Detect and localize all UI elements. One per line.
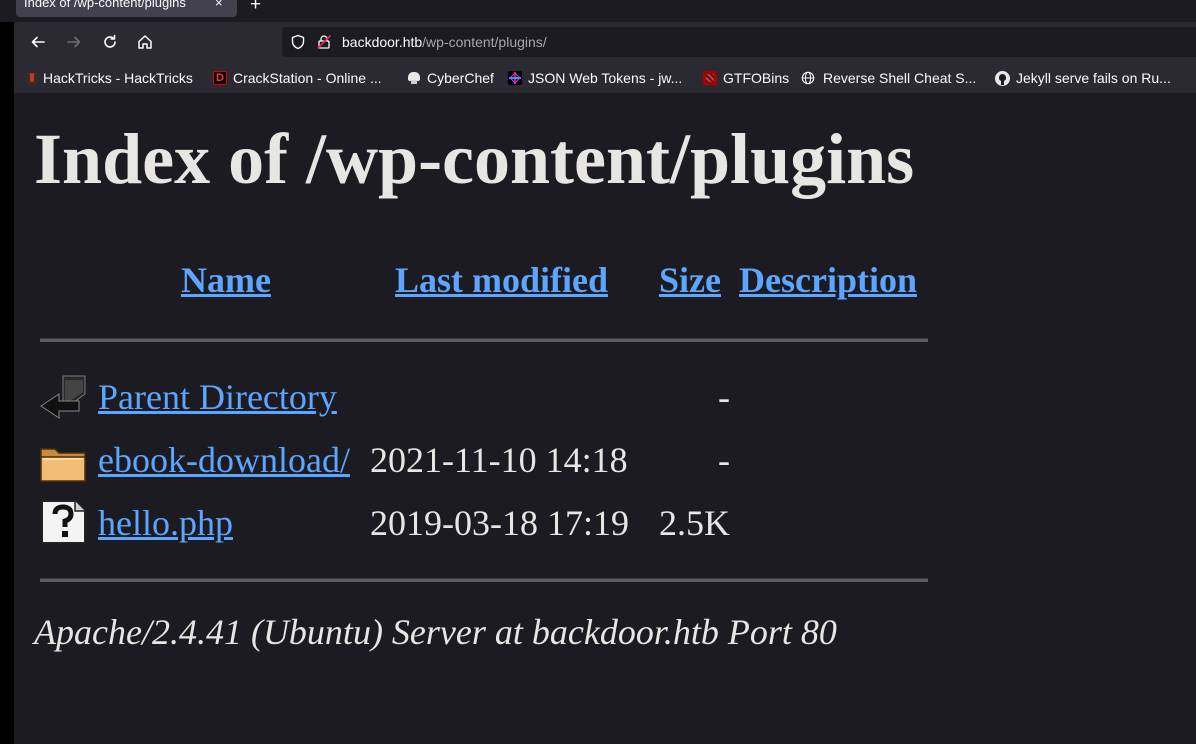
column-header-last-modified[interactable]: Last modified [395, 259, 608, 301]
insecure-lock-icon[interactable] [316, 34, 332, 50]
back-arrow-icon [31, 36, 45, 48]
gtfobins-icon [703, 71, 717, 85]
cyberchef-icon [407, 71, 421, 85]
bookmark-jekyll[interactable]: Jekyll serve fails on Ru... [995, 69, 1171, 87]
row-link-ebook-download[interactable]: ebook-download/ [98, 439, 350, 481]
server-signature: Apache/2.4.41 (Ubuntu) Server at backdoo… [34, 612, 837, 652]
bookmark-label: Reverse Shell Cheat S... [823, 70, 977, 86]
bookmark-cyberchef[interactable]: CyberChef [407, 69, 494, 87]
bottom-divider [40, 578, 928, 582]
home-button[interactable] [133, 30, 157, 54]
bookmark-label: JSON Web Tokens - jw... [528, 70, 683, 86]
bookmarks-bar: HackTricks - HackTricks D CrackStation -… [14, 62, 1196, 93]
row-link-hello-php[interactable]: hello.php [98, 502, 233, 544]
globe-icon [801, 71, 815, 85]
url-path: /wp-content/plugins/ [422, 34, 547, 50]
github-icon [995, 70, 1010, 86]
bookmark-label: HackTricks - HackTricks [43, 70, 193, 86]
column-header-size[interactable]: Size [659, 259, 721, 301]
back-icon [40, 375, 86, 419]
row-modified: 2019-03-18 17:19 [370, 503, 629, 543]
row-size: - [718, 440, 730, 480]
bookmark-label: CrackStation - Online ... [233, 70, 382, 86]
bookmark-label: CyberChef [427, 70, 494, 86]
back-button[interactable] [26, 30, 50, 54]
nav-toolbar: backdoor.htb/wp-content/plugins/ [14, 22, 1196, 62]
reload-icon [104, 34, 116, 48]
hacktricks-icon [27, 71, 37, 85]
forward-button[interactable] [62, 30, 86, 54]
row-link-parent-directory[interactable]: Parent Directory [98, 376, 337, 418]
forward-arrow-icon [67, 36, 81, 48]
tab-close-button[interactable]: × [215, 0, 223, 9]
new-tab-button[interactable]: + [250, 0, 261, 16]
url-bar[interactable]: backdoor.htb/wp-content/plugins/ [282, 27, 1196, 57]
page-title: Index of /wp-content/plugins [34, 119, 915, 199]
row-modified: 2021-11-10 14:18 [370, 440, 628, 480]
folder-icon [40, 448, 86, 482]
reload-button[interactable] [98, 30, 122, 54]
column-header-description[interactable]: Description [739, 259, 917, 301]
top-divider [40, 338, 928, 342]
column-header-name[interactable]: Name [181, 259, 271, 301]
jwt-icon [508, 71, 522, 85]
url-text[interactable]: backdoor.htb/wp-content/plugins/ [342, 34, 547, 50]
shield-icon[interactable] [290, 34, 306, 50]
bookmark-label: GTFOBins [723, 70, 790, 86]
url-host: backdoor.htb [342, 34, 423, 50]
tab-title: Index of /wp-content/plugins [24, 0, 186, 10]
bookmark-label: Jekyll serve fails on Ru... [1016, 70, 1171, 86]
bookmark-crackstation[interactable]: D CrackStation - Online ... [213, 69, 382, 87]
tab-active[interactable]: Index of /wp-content/plugins × [16, 0, 237, 17]
bookmark-gtfobins[interactable]: GTFOBins [703, 69, 789, 87]
row-size: - [718, 377, 730, 417]
bookmark-reverse-shell[interactable]: Reverse Shell Cheat S... [801, 69, 976, 87]
bookmark-hacktricks[interactable]: HackTricks - HackTricks [27, 69, 193, 87]
row-size: 2.5K [659, 503, 730, 543]
page-content: Index of /wp-content/plugins Name Last m… [14, 93, 1196, 744]
bookmark-jwt[interactable]: JSON Web Tokens - jw... [508, 69, 682, 87]
home-icon [138, 35, 152, 49]
crackstation-icon: D [213, 71, 227, 85]
unknown-file-icon [41, 500, 86, 544]
tab-strip: Index of /wp-content/plugins × + [0, 0, 1196, 22]
